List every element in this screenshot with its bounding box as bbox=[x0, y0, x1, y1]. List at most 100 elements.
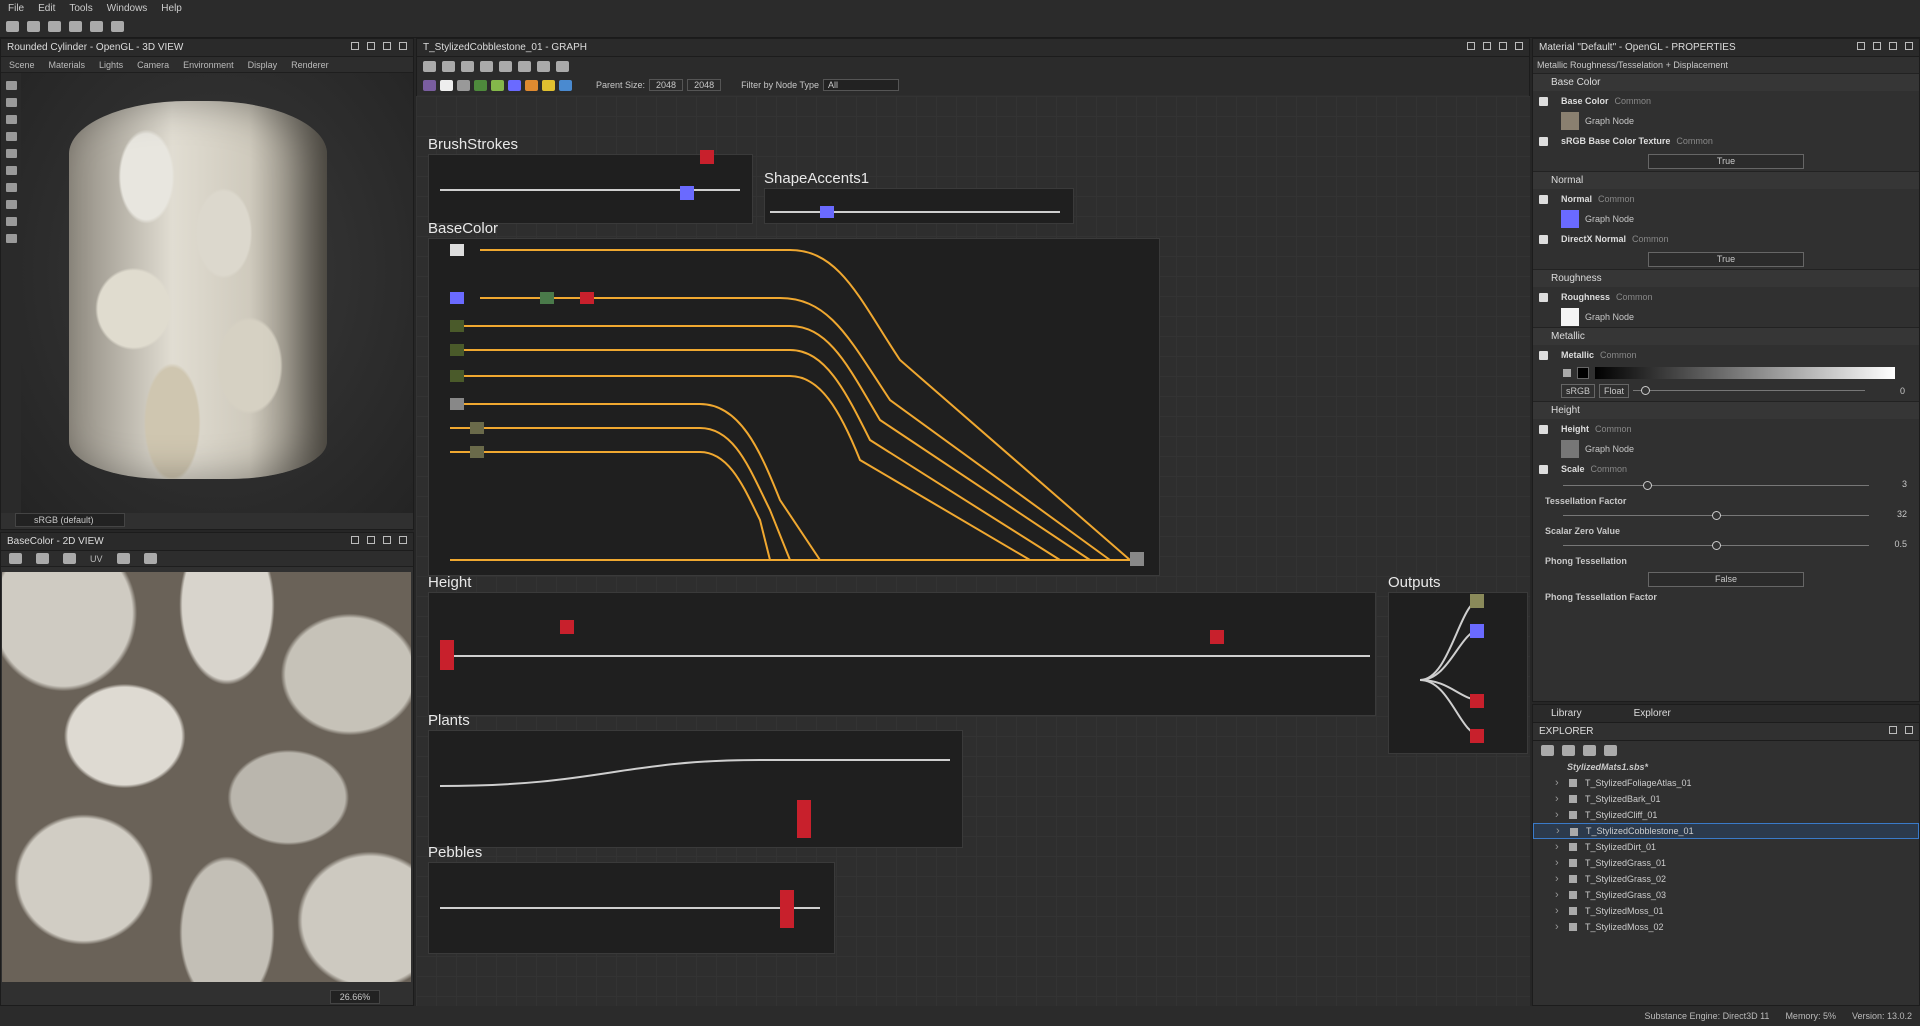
tree-item[interactable]: T_StylizedGrass_02 bbox=[1533, 871, 1919, 887]
toggle-value: True bbox=[1648, 251, 1804, 267]
prop-label: sRGB Base Color Texture bbox=[1561, 136, 1671, 146]
roughness-node[interactable]: Graph Node bbox=[1533, 307, 1919, 327]
node-label: Graph Node bbox=[1585, 444, 1635, 454]
slider-knob[interactable] bbox=[1712, 511, 1721, 520]
prop-roughness: Roughness Common bbox=[1533, 287, 1919, 307]
srgb-button[interactable]: sRGB bbox=[1561, 384, 1596, 398]
checkbox[interactable] bbox=[1539, 424, 1548, 434]
node-label: Graph Node bbox=[1585, 214, 1635, 224]
node-out-basecolor bbox=[1470, 594, 1484, 608]
toggle-value: True bbox=[1648, 153, 1804, 169]
prop-label: Base Color bbox=[1561, 96, 1609, 106]
node-bc-5 bbox=[450, 320, 464, 332]
checkbox[interactable] bbox=[1539, 464, 1548, 474]
tree-item[interactable]: T_StylizedCliff_01 bbox=[1533, 807, 1919, 823]
close-icon[interactable] bbox=[1905, 726, 1913, 734]
status-memory: Memory: 5% bbox=[1785, 1011, 1836, 1021]
metallic-swatch[interactable] bbox=[1577, 367, 1589, 379]
prop-label: Scale bbox=[1561, 464, 1585, 474]
prop-tag: Common bbox=[1598, 194, 1635, 204]
slider-knob[interactable] bbox=[1712, 541, 1721, 550]
metallic-color-row bbox=[1533, 365, 1919, 381]
normal-node[interactable]: Graph Node bbox=[1533, 209, 1919, 229]
metallic-gradient[interactable] bbox=[1595, 367, 1895, 379]
tree-item[interactable]: T_StylizedBark_01 bbox=[1533, 791, 1919, 807]
explorer-tabs: Library Explorer bbox=[1533, 705, 1919, 723]
package-item[interactable]: StylizedMats1.sbs* bbox=[1533, 759, 1919, 775]
status-bar: Substance Engine: Direct3D 11 Memory: 5%… bbox=[0, 1006, 1920, 1026]
float-icon[interactable] bbox=[1889, 726, 1897, 734]
explorer-panel: Library Explorer EXPLORER StylizedMats1.… bbox=[1532, 704, 1920, 1006]
node-label: Graph Node bbox=[1585, 116, 1635, 126]
prop-base-color: Base Color Common bbox=[1533, 91, 1919, 111]
checkbox[interactable] bbox=[1539, 292, 1548, 302]
node-bc-out bbox=[1130, 552, 1144, 566]
checkbox[interactable] bbox=[1539, 136, 1548, 146]
node-sa-1 bbox=[820, 206, 834, 218]
metallic-value: 0 bbox=[1899, 386, 1905, 396]
eyedropper-icon[interactable] bbox=[1563, 369, 1571, 377]
metallic-slider-track[interactable] bbox=[1633, 390, 1865, 391]
phong-factor-label: Phong Tessellation Factor bbox=[1545, 592, 1657, 602]
prop-directx: DirectX Normal Common bbox=[1533, 229, 1919, 249]
base-color-node[interactable]: Graph Node bbox=[1533, 111, 1919, 131]
status-version: Version: 13.0.2 bbox=[1851, 1011, 1912, 1021]
tree-item[interactable]: T_StylizedFoliageAtlas_01 bbox=[1533, 775, 1919, 791]
tab-library[interactable]: Library bbox=[1539, 708, 1582, 719]
node-bs-1 bbox=[700, 150, 714, 164]
wire-basecolor-4 bbox=[450, 349, 1061, 561]
close-icon[interactable] bbox=[1905, 42, 1913, 50]
srgb-tex-toggle[interactable]: True bbox=[1533, 151, 1919, 171]
maximize-icon[interactable] bbox=[1889, 42, 1897, 50]
section-normal[interactable]: Normal bbox=[1533, 171, 1919, 189]
tree-item[interactable]: T_StylizedDirt_01 bbox=[1533, 839, 1919, 855]
node-bc-3 bbox=[540, 292, 554, 304]
checkbox[interactable] bbox=[1539, 350, 1548, 360]
checkbox[interactable] bbox=[1539, 234, 1548, 244]
section-metallic[interactable]: Metallic bbox=[1533, 327, 1919, 345]
tree-item[interactable]: T_StylizedGrass_01 bbox=[1533, 855, 1919, 871]
wire-out-1 bbox=[1419, 599, 1481, 681]
section-roughness[interactable]: Roughness bbox=[1533, 269, 1919, 287]
thumbnail bbox=[1561, 112, 1579, 130]
save-icon[interactable] bbox=[1541, 744, 1554, 756]
explorer-toolbar bbox=[1533, 741, 1919, 759]
tess-slider[interactable]: 32 bbox=[1563, 509, 1907, 523]
phong-toggle[interactable]: False bbox=[1533, 569, 1919, 589]
height-node[interactable]: Graph Node bbox=[1533, 439, 1919, 459]
toggle-value: False bbox=[1648, 571, 1804, 587]
tree-item[interactable]: T_StylizedMoss_01 bbox=[1533, 903, 1919, 919]
node-h-3 bbox=[1210, 630, 1224, 644]
tree-item[interactable]: T_StylizedGrass_03 bbox=[1533, 887, 1919, 903]
prop-label: Roughness bbox=[1561, 292, 1611, 302]
slider-knob[interactable] bbox=[1643, 481, 1652, 490]
node-bc-7 bbox=[450, 370, 464, 382]
checkbox[interactable] bbox=[1539, 96, 1548, 106]
node-h-1 bbox=[440, 640, 454, 670]
clean-icon[interactable] bbox=[1604, 744, 1617, 756]
tree-item-selected[interactable]: T_StylizedCobblestone_01 bbox=[1533, 823, 1919, 839]
node-label: Graph Node bbox=[1585, 312, 1635, 322]
pin-icon[interactable] bbox=[1857, 42, 1865, 50]
prop-srgb-tex: sRGB Base Color Texture Common bbox=[1533, 131, 1919, 151]
float-icon[interactable] bbox=[1873, 42, 1881, 50]
prop-tag: Common bbox=[1614, 96, 1652, 106]
prop-tag: Common bbox=[1676, 136, 1713, 146]
metallic-slider-knob[interactable] bbox=[1641, 386, 1650, 395]
reload-icon[interactable] bbox=[1583, 744, 1596, 756]
prop-tag: Common bbox=[1632, 234, 1669, 244]
scale-slider[interactable]: 3 bbox=[1563, 479, 1907, 493]
tess-value: 32 bbox=[1896, 509, 1907, 519]
checkbox[interactable] bbox=[1539, 194, 1548, 204]
section-height[interactable]: Height bbox=[1533, 401, 1919, 419]
section-base-color[interactable]: Base Color bbox=[1533, 73, 1919, 91]
node-bc-2 bbox=[450, 292, 464, 304]
scalar-slider[interactable]: 0.5 bbox=[1563, 539, 1907, 553]
prop-label: DirectX Normal bbox=[1561, 234, 1627, 244]
properties-titlebar: Material "Default" - OpenGL - PROPERTIES bbox=[1533, 39, 1919, 57]
float-button[interactable]: Float bbox=[1599, 384, 1630, 398]
tab-explorer[interactable]: Explorer bbox=[1622, 708, 1671, 719]
directx-toggle[interactable]: True bbox=[1533, 249, 1919, 269]
tree-item[interactable]: T_StylizedMoss_02 bbox=[1533, 919, 1919, 935]
publish-icon[interactable] bbox=[1562, 744, 1575, 756]
